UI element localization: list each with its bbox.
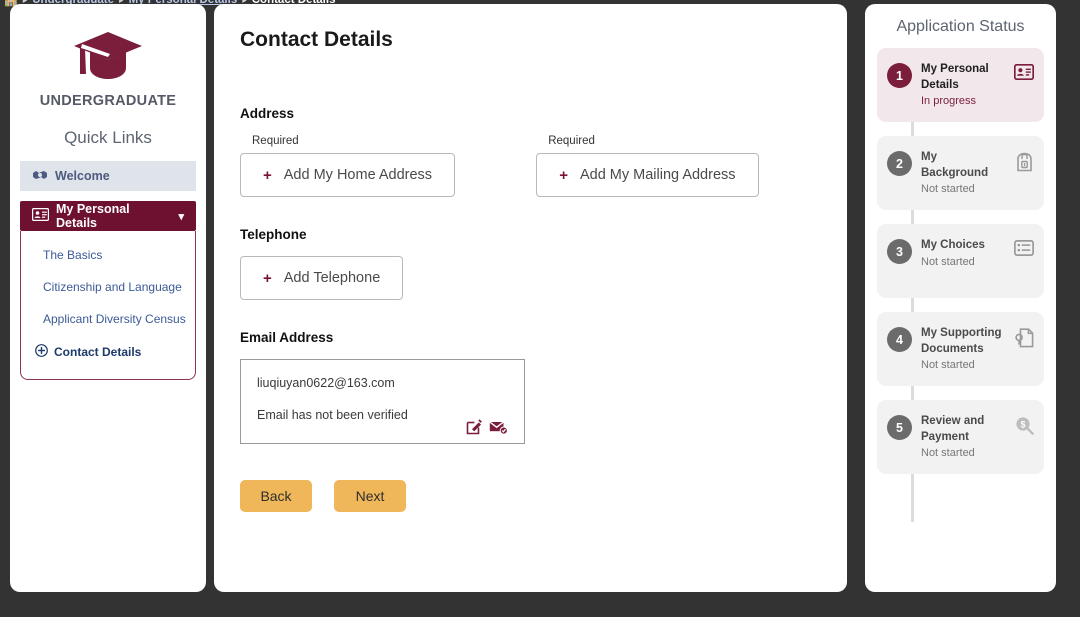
quick-links-heading: Quick Links bbox=[64, 128, 152, 147]
sidebar-subitem-contact-details[interactable]: Contact Details bbox=[21, 335, 195, 369]
step-status: Not started bbox=[921, 447, 975, 460]
handshake-icon bbox=[32, 169, 48, 184]
email-address-value: liuqiuyan0622@163.com bbox=[257, 376, 395, 390]
step-status: Not started bbox=[921, 255, 975, 268]
status-step-my-choices[interactable]: 3 My Choices Not started bbox=[877, 224, 1044, 298]
application-status-panel: Application Status 1 My Personal Details… bbox=[865, 4, 1056, 592]
circle-plus-icon bbox=[35, 344, 48, 360]
add-home-address-button[interactable]: + Add My Home Address bbox=[240, 153, 456, 197]
step-number-badge: 2 bbox=[887, 151, 912, 176]
telephone-section-heading: Telephone bbox=[240, 227, 307, 242]
step-status: Not started bbox=[921, 359, 975, 372]
envelope-check-icon[interactable] bbox=[489, 418, 508, 435]
backpack-icon bbox=[1015, 152, 1034, 172]
add-mailing-address-button[interactable]: + Add My Mailing Address bbox=[536, 153, 759, 197]
document-pin-icon bbox=[1015, 328, 1034, 348]
mailing-address-required-label: Required bbox=[548, 135, 595, 147]
status-steps-list: 1 My Personal Details In progress 2 My B bbox=[877, 48, 1044, 522]
status-step-my-personal-details[interactable]: 1 My Personal Details In progress bbox=[877, 48, 1044, 122]
status-step-my-supporting-documents[interactable]: 4 My Supporting Documents Not started bbox=[877, 312, 1044, 386]
sidebar-submenu: The Basics Citizenship and Language Appl… bbox=[20, 231, 196, 380]
sidebar-panel: UNDERGRADUATE Quick Links Welcome My Per… bbox=[10, 4, 206, 592]
back-button[interactable]: Back bbox=[240, 480, 312, 512]
brand-name: UNDERGRADUATE bbox=[39, 93, 177, 109]
sidebar-item-label: Welcome bbox=[55, 169, 110, 183]
sidebar-subitem-label: Contact Details bbox=[54, 345, 142, 359]
id-card-icon bbox=[1013, 63, 1035, 81]
plus-icon: + bbox=[559, 166, 568, 184]
mailing-address-group: Required + Add My Mailing Address bbox=[536, 135, 821, 197]
sidebar-item-welcome[interactable]: Welcome bbox=[20, 161, 196, 191]
home-address-required-label: Required bbox=[252, 135, 299, 147]
address-buttons-row: Required + Add My Home Address Required … bbox=[240, 135, 821, 197]
graduation-cap-icon bbox=[70, 26, 146, 85]
step-number-badge: 5 bbox=[887, 415, 912, 440]
step-name: My Personal Details bbox=[921, 63, 989, 91]
sidebar-subitem-citizenship-and-language[interactable]: Citizenship and Language bbox=[21, 271, 195, 303]
chevron-down-icon[interactable]: ▾ bbox=[178, 210, 184, 223]
svg-text:$: $ bbox=[1020, 420, 1025, 430]
sidebar-subitem-applicant-diversity-census[interactable]: Applicant Diversity Census bbox=[21, 303, 195, 335]
plus-icon: + bbox=[263, 269, 272, 287]
pencil-square-icon[interactable] bbox=[466, 418, 483, 435]
sidebar-item-label: My Personal Details bbox=[56, 202, 130, 230]
status-step-my-background[interactable]: 2 My Background Not started bbox=[877, 136, 1044, 210]
step-number-badge: 4 bbox=[887, 327, 912, 352]
add-telephone-button[interactable]: + Add Telephone bbox=[240, 256, 404, 300]
email-card: liuqiuyan0622@163.com Email has not been… bbox=[240, 359, 525, 444]
step-name: My Supporting Documents bbox=[921, 327, 1002, 355]
page-title: Contact Details bbox=[240, 28, 393, 51]
add-telephone-label: Add Telephone bbox=[283, 270, 381, 286]
email-section-heading: Email Address bbox=[240, 330, 334, 345]
step-status: In progress bbox=[921, 95, 977, 108]
form-actions: Back Next bbox=[240, 480, 821, 512]
application-status-title: Application Status bbox=[896, 18, 1025, 35]
step-name: My Background bbox=[921, 151, 989, 179]
id-card-icon bbox=[31, 207, 50, 224]
list-icon bbox=[1014, 240, 1034, 256]
sidebar-subitem-the-basics[interactable]: The Basics bbox=[21, 239, 195, 271]
step-number-badge: 1 bbox=[887, 63, 912, 88]
plus-icon: + bbox=[263, 166, 272, 184]
main-content-panel: Contact Details Address Required + Add M… bbox=[214, 4, 847, 592]
sidebar-item-my-personal-details[interactable]: My Personal Details ▾ bbox=[20, 201, 196, 231]
step-number-badge: 3 bbox=[887, 239, 912, 264]
add-home-address-label: Add My Home Address bbox=[283, 167, 433, 183]
step-status: Not started bbox=[921, 183, 975, 196]
status-step-review-and-payment[interactable]: 5 Review and Payment Not started $ bbox=[877, 400, 1044, 474]
step-name: Review and Payment bbox=[921, 415, 985, 443]
magnifier-dollar-icon: $ bbox=[1015, 416, 1034, 435]
address-section-heading: Address bbox=[240, 106, 295, 121]
add-mailing-address-label: Add My Mailing Address bbox=[579, 167, 736, 183]
home-address-group: Required + Add My Home Address bbox=[240, 135, 536, 197]
brand-logo bbox=[10, 4, 206, 85]
next-button[interactable]: Next bbox=[334, 480, 406, 512]
step-name: My Choices bbox=[921, 239, 985, 251]
